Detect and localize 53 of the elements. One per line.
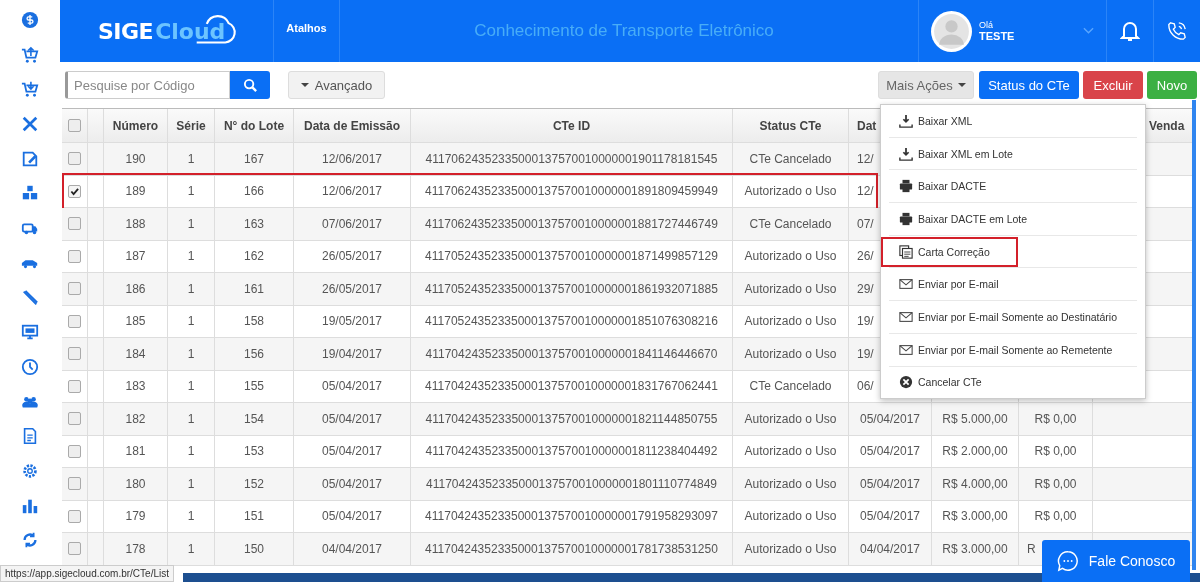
table-cell: 41170624352335000137570010000001881727446749 — [411, 208, 733, 241]
table-cell: 41170424352335000137570010000001781738531250 — [411, 533, 733, 566]
table-cell: CTe Cancelado — [733, 208, 849, 241]
table-cell: Autorizado o Uso — [733, 338, 849, 371]
table-cell: 07/06/2017 — [294, 208, 411, 241]
table-cell: 41170624352335000137570010000001901178181545 — [411, 143, 733, 176]
table-cell: 19/04/2017 — [294, 338, 411, 371]
table-cell: 05/04/2017 — [294, 468, 411, 501]
table-cell: 1 — [168, 208, 215, 241]
table-cell: Autorizado o Uso — [733, 468, 849, 501]
table-cell: 1 — [168, 533, 215, 566]
table-cell: 12/06/2017 — [294, 143, 411, 176]
table-cell: 41170424352335000137570010000001821144850755 — [411, 403, 733, 436]
table-cell: R$ 5.000,00 — [932, 403, 1019, 436]
table-cell: 41170524352335000137570010000001861932071885 — [411, 273, 733, 306]
table-cell: 161 — [215, 273, 294, 306]
table-cell: 180 — [104, 468, 168, 501]
table-cell: 182 — [104, 403, 168, 436]
status-url: https://app.sigecloud.com.br/CTe/List — [0, 565, 174, 582]
table-cell: 41170424352335000137570010000001801110774849 — [411, 468, 733, 501]
table-cell: 156 — [215, 338, 294, 371]
table-cell: 41170424352335000137570010000001841146446670 — [411, 338, 733, 371]
table-cell: 188 — [104, 208, 168, 241]
table-cell: 1 — [168, 468, 215, 501]
table-cell: 1 — [168, 143, 215, 176]
table-cell: 05/04/2017 — [849, 468, 932, 501]
table-cell: 186 — [104, 273, 168, 306]
table-cell: 167 — [215, 143, 294, 176]
table-cell: 05/04/2017 — [849, 403, 932, 436]
table-cell: 1 — [168, 273, 215, 306]
table-cell: Autorizado o Uso — [733, 533, 849, 566]
table-cell: 154 — [215, 403, 294, 436]
table-cell: Autorizado o Uso — [733, 273, 849, 306]
table-cell: Autorizado o Uso — [733, 403, 849, 436]
table-cell: 04/04/2017 — [294, 533, 411, 566]
table-cell: 26/05/2017 — [294, 273, 411, 306]
table-cell: 1 — [168, 403, 215, 436]
user-name: TESTE — [979, 30, 1016, 42]
table-cell: 163 — [215, 208, 294, 241]
table-cell: R$ 0,00 — [1019, 403, 1093, 436]
table-cell: R$ 3.000,00 — [932, 533, 1019, 566]
greeting: Olá — [979, 20, 994, 30]
table-cell: R$ 0,00 — [1019, 468, 1093, 501]
table-cell: 1 — [168, 338, 215, 371]
table-cell: 04/04/2017 — [849, 533, 932, 566]
table-cell: 05/04/2017 — [294, 403, 411, 436]
table-cell: 150 — [215, 533, 294, 566]
table-cell: 184 — [104, 338, 168, 371]
table-cell: 152 — [215, 468, 294, 501]
table-cell: CTe Cancelado — [733, 143, 849, 176]
table-cell: 190 — [104, 143, 168, 176]
table-cell: R$ 4.000,00 — [932, 468, 1019, 501]
page-title: Conhecimento de Transporte Eletrônico — [473, 20, 775, 42]
